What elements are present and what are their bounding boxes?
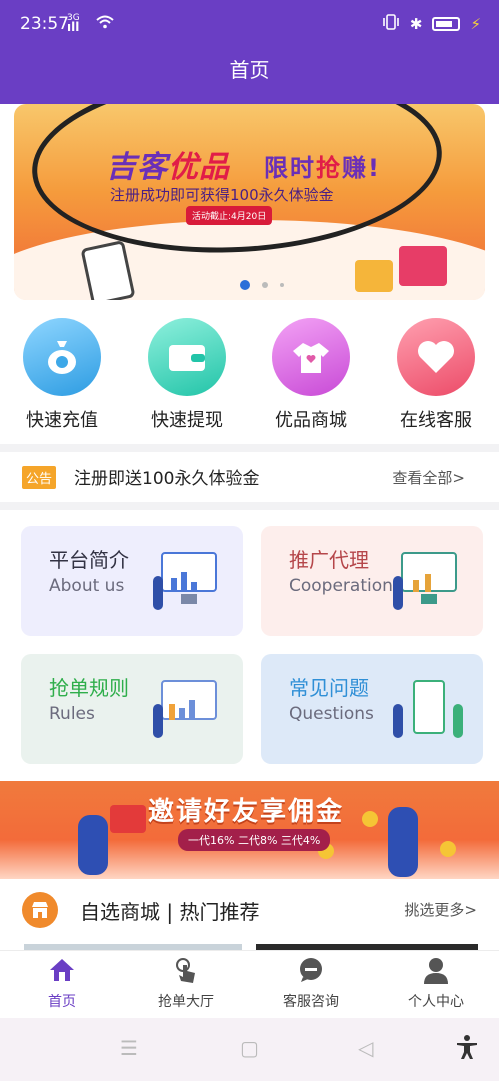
gift-box-illustration — [355, 260, 393, 292]
card-questions[interactable]: 常见问题 Questions — [261, 654, 483, 764]
status-time: 23:57 — [20, 14, 69, 34]
back-icon[interactable]: ◁ — [358, 1036, 373, 1060]
choose-more-link[interactable]: 挑选更多> — [404, 899, 477, 920]
card-about-us[interactable]: 平台简介 About us — [21, 526, 243, 636]
coin-illustration — [440, 841, 456, 857]
page-title: 首页 — [229, 58, 270, 82]
tab-label: 抢单大厅 — [158, 994, 214, 1010]
tab-support[interactable]: 客服咨询 — [249, 957, 373, 1011]
card-title: 平台简介 — [49, 548, 129, 572]
chat-bubble-icon — [249, 957, 373, 987]
red-envelope-illustration — [110, 805, 146, 833]
coin-illustration — [362, 811, 378, 827]
home-button-icon[interactable]: ▢ — [240, 1036, 259, 1060]
top-bar: 23:57 3G ıll ✱ ⚡ 首页 — [0, 0, 499, 104]
quick-action-support[interactable]: 在线客服 — [376, 318, 496, 432]
store-icon — [22, 892, 58, 928]
mall-section-header: 自选商城 | 热门推荐 挑选更多> — [0, 880, 499, 940]
mobile-app-illustration — [391, 672, 467, 746]
announcement-tag: 公告 — [22, 466, 57, 489]
tab-profile[interactable]: 个人中心 — [374, 957, 498, 1011]
section-divider — [0, 502, 499, 510]
money-bag-icon — [23, 318, 101, 396]
card-cooperation[interactable]: 推广代理 Cooperation — [261, 526, 483, 636]
card-title: 推广代理 — [289, 548, 369, 572]
shirt-icon — [272, 318, 350, 396]
gift-box-illustration — [399, 246, 447, 286]
person-illustration — [388, 807, 418, 877]
quick-action-label: 优品商城 — [275, 410, 347, 431]
accessibility-icon[interactable] — [456, 1034, 478, 1065]
heart-icon — [397, 318, 475, 396]
tap-hand-icon — [124, 957, 248, 987]
card-title: 常见问题 — [289, 676, 369, 700]
quick-action-label: 快速充值 — [26, 410, 98, 431]
home-icon — [0, 957, 124, 987]
bluetooth-icon: ✱ — [409, 15, 423, 33]
team-meeting-illustration — [391, 544, 467, 618]
card-title: 抢单规则 — [49, 676, 129, 700]
wallet-icon — [148, 318, 226, 396]
promo-banner[interactable]: 吉客优品 限时抢赚! 注册成功即可获得100永久体验金 活动截止:4月20日 — [14, 104, 485, 300]
wifi-icon — [96, 14, 114, 33]
signal-icon: ıll — [67, 20, 80, 34]
view-all-link[interactable]: 查看全部> — [392, 467, 465, 488]
card-subtitle: About us — [49, 576, 125, 596]
tab-label: 首页 — [48, 994, 76, 1010]
pagination-dot-active[interactable] — [240, 280, 250, 290]
invite-title: 邀请好友享佣金 — [148, 797, 345, 827]
commission-tiers: 一代16% 二代8% 三代4% — [178, 829, 331, 851]
status-right-icons: ✱ ⚡ — [382, 14, 481, 34]
quick-action-label: 在线客服 — [400, 410, 472, 431]
section-divider — [0, 444, 499, 452]
dashboard-illustration — [151, 544, 227, 618]
announcement-bar[interactable]: 公告 注册即送100永久体验金 查看全部> — [0, 452, 499, 502]
card-rules[interactable]: 抢单规则 Rules — [21, 654, 243, 764]
person-illustration — [78, 815, 108, 875]
tab-home[interactable]: 首页 — [0, 957, 124, 1011]
pagination-dot[interactable] — [262, 282, 268, 288]
person-icon — [374, 957, 498, 987]
menu-icon[interactable]: ☰ — [120, 1036, 138, 1060]
card-subtitle: Questions — [289, 704, 374, 724]
tab-order-hall[interactable]: 抢单大厅 — [124, 957, 248, 1011]
quick-action-withdraw[interactable]: 快速提现 — [127, 318, 247, 432]
banner-pagination — [240, 280, 284, 290]
bottom-tab-bar: 首页 抢单大厅 客服咨询 个人中心 — [0, 950, 499, 1018]
charging-icon: ⚡ — [470, 15, 481, 33]
quick-action-label: 快速提现 — [151, 410, 223, 431]
invite-friends-banner[interactable]: 邀请好友享佣金 一代16% 二代8% 三代4% — [0, 781, 499, 879]
system-nav-bar: ☰ ▢ ◁ — [0, 1018, 499, 1081]
quick-actions: 快速充值 快速提现 优品商城 在线客服 — [0, 318, 499, 438]
tab-label: 个人中心 — [408, 994, 464, 1010]
quick-action-recharge[interactable]: 快速充值 — [2, 318, 122, 432]
network-indicator: 3G ıll — [67, 14, 80, 34]
analytics-illustration — [151, 672, 227, 746]
tab-label: 客服咨询 — [283, 994, 339, 1010]
quick-action-mall[interactable]: 优品商城 — [251, 318, 371, 432]
status-bar: 23:57 3G ıll ✱ ⚡ — [0, 0, 499, 48]
announcement-text: 注册即送100永久体验金 — [74, 469, 260, 489]
battery-icon — [432, 17, 461, 31]
vibrate-icon — [382, 14, 400, 34]
card-subtitle: Cooperation — [289, 576, 393, 596]
mall-section-title: 自选商城 | 热门推荐 — [80, 900, 260, 924]
pagination-dot[interactable] — [280, 283, 284, 287]
card-subtitle: Rules — [49, 704, 95, 724]
